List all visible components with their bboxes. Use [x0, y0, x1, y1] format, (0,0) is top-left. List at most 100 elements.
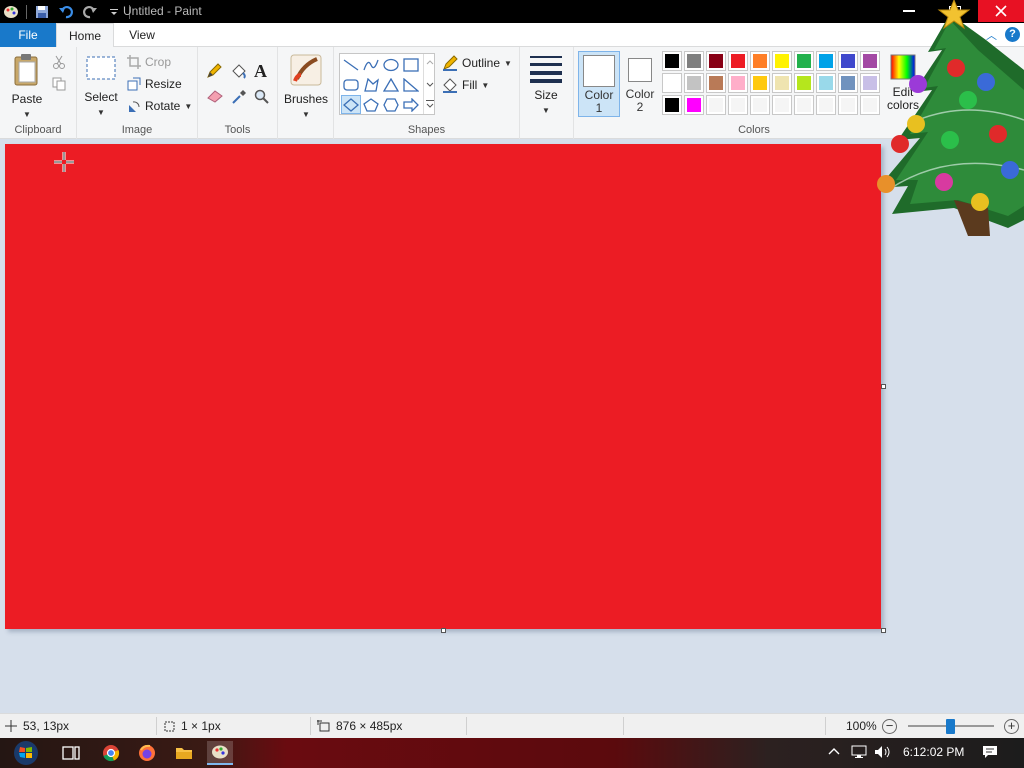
paste-button[interactable]: Paste ▼: [6, 53, 48, 120]
zoom-level-text: 100%: [846, 719, 877, 733]
tab-home[interactable]: Home: [56, 23, 114, 48]
palette-swatch[interactable]: [838, 95, 858, 115]
zoom-in-button[interactable]: +: [1004, 719, 1019, 734]
palette-swatch[interactable]: [794, 51, 814, 71]
right-triangle-shape[interactable]: [401, 75, 421, 94]
palette-swatch[interactable]: [772, 51, 792, 71]
curve-shape[interactable]: [361, 55, 381, 74]
brushes-button[interactable]: Brushes ▼: [282, 53, 330, 120]
magnifier-tool[interactable]: [254, 89, 270, 105]
clipboard-group: Paste ▼ Clipboard: [0, 47, 77, 139]
palette-swatch[interactable]: [838, 51, 858, 71]
redo-icon[interactable]: [81, 3, 99, 21]
zoom-out-button[interactable]: −: [882, 719, 897, 734]
start-button[interactable]: [8, 741, 44, 765]
triangle-shape[interactable]: [381, 75, 401, 94]
tools-group-label: Tools: [224, 124, 251, 136]
palette-swatch[interactable]: [838, 73, 858, 93]
canvas-resize-handle-corner[interactable]: [881, 628, 886, 633]
resize-button[interactable]: Resize: [127, 77, 182, 91]
crop-button[interactable]: Crop: [127, 55, 171, 69]
pentagon-shape[interactable]: [361, 95, 381, 114]
polygon-shape[interactable]: [361, 75, 381, 94]
select-button[interactable]: Select ▼: [83, 55, 119, 118]
paste-dropdown-icon: ▼: [23, 110, 31, 119]
line-shape[interactable]: [341, 55, 361, 74]
palette-swatch[interactable]: [684, 95, 704, 115]
color1-label: Color 1: [584, 88, 614, 115]
palette-swatch[interactable]: [706, 95, 726, 115]
task-view-icon: [62, 746, 80, 760]
palette-swatch[interactable]: [728, 95, 748, 115]
selection-size-text: 1 × 1px: [181, 719, 221, 733]
fill-label: Fill: [462, 78, 478, 92]
taskbar-firefox[interactable]: [134, 741, 160, 765]
outline-button[interactable]: Outline ▼: [442, 55, 512, 71]
palette-swatch[interactable]: [750, 95, 770, 115]
palette-swatch[interactable]: [706, 51, 726, 71]
zoom-slider-thumb[interactable]: [946, 719, 955, 734]
taskbar-file-explorer[interactable]: [171, 741, 197, 765]
rectangle-shape[interactable]: [401, 55, 421, 74]
color1-selector[interactable]: Color 1: [578, 51, 620, 117]
copy-button[interactable]: [52, 77, 66, 91]
oval-shape[interactable]: [381, 55, 401, 74]
palette-swatch[interactable]: [794, 73, 814, 93]
cut-button[interactable]: [52, 55, 66, 69]
taskbar-paint[interactable]: [207, 741, 233, 765]
action-center-icon[interactable]: [982, 745, 998, 762]
palette-swatch[interactable]: [750, 73, 770, 93]
firefox-icon: [139, 744, 155, 761]
color2-selector[interactable]: Color 2: [624, 51, 656, 117]
drawing-canvas[interactable]: [5, 144, 881, 629]
eraser-tool[interactable]: [206, 89, 224, 103]
fill-tool[interactable]: [230, 63, 248, 79]
palette-swatch[interactable]: [772, 95, 792, 115]
triangle-icon: [383, 77, 399, 92]
canvas-resize-handle-right[interactable]: [881, 384, 886, 389]
volume-tray-icon[interactable]: [874, 745, 892, 762]
color-picker-tool[interactable]: [231, 89, 247, 105]
paste-label: Paste: [11, 92, 43, 106]
palette-swatch[interactable]: [728, 73, 748, 93]
customize-toolbar-icon[interactable]: [105, 3, 123, 21]
taskbar-clock[interactable]: 6:12:02 PM: [903, 745, 964, 759]
brush-icon: [290, 54, 322, 86]
rotate-button[interactable]: Rotate ▼: [127, 99, 192, 113]
palette-swatch[interactable]: [772, 73, 792, 93]
tab-file[interactable]: File: [0, 23, 56, 47]
paint-app-icon: [2, 3, 20, 21]
undo-icon[interactable]: [57, 3, 75, 21]
pencil-tool[interactable]: [206, 63, 222, 79]
size-button[interactable]: Size ▼: [526, 53, 566, 116]
diamond-shape[interactable]: [341, 95, 361, 114]
selection-size-icon: [164, 721, 175, 732]
rounded-rectangle-shape[interactable]: [341, 75, 361, 94]
palette-swatch[interactable]: [684, 51, 704, 71]
palette-swatch[interactable]: [662, 95, 682, 115]
canvas-resize-handle-bottom[interactable]: [441, 628, 446, 633]
palette-swatch[interactable]: [750, 51, 770, 71]
taskbar-chrome[interactable]: [98, 741, 124, 765]
shapes-scrollbar[interactable]: [423, 54, 435, 114]
palette-swatch[interactable]: [728, 51, 748, 71]
arrow-shape[interactable]: [401, 95, 421, 114]
fill-button[interactable]: Fill ▼: [442, 77, 489, 93]
task-view-button[interactable]: [58, 741, 84, 765]
save-icon[interactable]: [33, 3, 51, 21]
palette-swatch[interactable]: [794, 95, 814, 115]
palette-swatch[interactable]: [816, 51, 836, 71]
palette-swatch[interactable]: [662, 51, 682, 71]
palette-swatch[interactable]: [706, 73, 726, 93]
show-hidden-icons[interactable]: [828, 745, 840, 759]
palette-swatch[interactable]: [662, 73, 682, 93]
folder-icon: [176, 748, 192, 759]
palette-swatch[interactable]: [816, 73, 836, 93]
image-group: Select ▼ Crop Resize Rotate ▼ Image: [77, 47, 198, 139]
text-tool[interactable]: A: [254, 61, 267, 82]
tab-view[interactable]: View: [114, 23, 170, 47]
palette-swatch[interactable]: [684, 73, 704, 93]
hexagon-shape[interactable]: [381, 95, 401, 114]
network-tray-icon[interactable]: [850, 745, 868, 762]
palette-swatch[interactable]: [816, 95, 836, 115]
